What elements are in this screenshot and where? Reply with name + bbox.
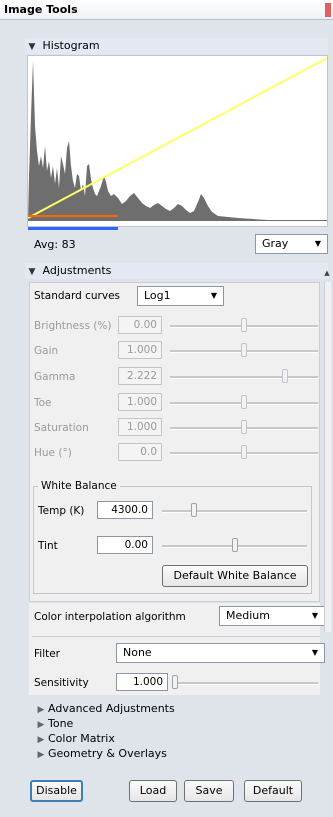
expand-triangle-icon[interactable]: ▶ <box>34 705 48 715</box>
temp-slider-track[interactable] <box>162 510 307 513</box>
image-tools-panel: Image Tools ▼ Histogram Avg: 83 Gray ▼ ▼… <box>0 0 333 817</box>
slider-value-input: 0.00 <box>118 316 162 334</box>
subsection-advanced-adjustments[interactable]: ▶ Advanced Adjustments <box>34 702 175 715</box>
subsection-geometry-overlays[interactable]: ▶ Geometry & Overlays <box>34 747 167 760</box>
sensitivity-slider-thumb[interactable] <box>172 675 178 689</box>
adjustments-section-header[interactable]: ▼ Adjustments <box>25 263 328 279</box>
sensitivity-input[interactable]: 1.000 <box>116 673 168 691</box>
interpolation-select[interactable]: Medium ▼ <box>219 606 325 626</box>
channel-select[interactable]: Gray ▼ <box>255 234 328 254</box>
sensitivity-label: Sensitivity <box>34 677 89 689</box>
histogram-average: Avg: 83 <box>34 238 76 251</box>
chevron-down-icon: ▼ <box>311 648 318 657</box>
filter-select[interactable]: None ▼ <box>116 643 325 663</box>
histogram-graph <box>27 55 328 227</box>
slider-label: Toe <box>34 397 52 409</box>
subsection-label: Geometry & Overlays <box>48 747 167 760</box>
slider-label: Gain <box>34 345 59 357</box>
close-icon[interactable] <box>325 3 331 17</box>
slider-value-input: 1.000 <box>118 393 162 411</box>
histogram-section-header[interactable]: ▼ Histogram <box>25 38 328 54</box>
disable-button[interactable]: Disable <box>30 780 83 802</box>
filter-label: Filter <box>34 648 61 660</box>
slider-value-input: 1.000 <box>118 418 162 436</box>
chevron-down-icon: ▼ <box>314 239 321 248</box>
histogram-section-title: Histogram <box>42 39 100 52</box>
collapse-triangle-icon[interactable]: ▼ <box>25 39 39 55</box>
slider-thumb <box>241 343 247 357</box>
channel-select-value: Gray <box>262 237 289 250</box>
temp-label: Temp (K) <box>38 505 85 517</box>
slider-label: Saturation <box>34 422 89 434</box>
slider-label: Brightness (%) <box>34 320 112 332</box>
slider-track <box>170 376 318 379</box>
subsection-label: Color Matrix <box>48 732 115 745</box>
slider-thumb <box>241 395 247 409</box>
standard-curves-select[interactable]: Log1 ▼ <box>137 286 224 306</box>
scroll-up-icon[interactable]: ▲ <box>322 268 332 278</box>
default-white-balance-button[interactable]: Default White Balance <box>162 565 308 587</box>
temp-slider-thumb[interactable] <box>190 503 197 517</box>
filter-value: None <box>123 646 152 659</box>
scroll-track[interactable] <box>324 282 331 632</box>
temp-input[interactable]: 4300.0 <box>97 501 153 519</box>
chevron-down-icon: ▼ <box>311 611 318 620</box>
chevron-down-icon: ▼ <box>210 291 217 300</box>
slider-label: Gamma <box>34 371 76 383</box>
subsection-label: Advanced Adjustments <box>48 702 175 715</box>
divider <box>32 636 320 637</box>
expand-triangle-icon[interactable]: ▶ <box>34 735 48 745</box>
histogram-plot <box>28 57 327 221</box>
tint-slider-thumb[interactable] <box>231 538 238 552</box>
slider-thumb <box>241 420 247 434</box>
interpolation-label: Color interpolation algorithm <box>34 611 186 623</box>
slider-value-input: 1.000 <box>118 341 162 359</box>
collapse-triangle-icon[interactable]: ▼ <box>25 264 39 280</box>
slider-value-input: 2.222 <box>118 367 162 385</box>
curve-line <box>28 57 327 219</box>
save-button[interactable]: Save <box>184 780 234 802</box>
interpolation-value: Medium <box>226 609 270 622</box>
tint-input[interactable]: 0.00 <box>97 536 153 554</box>
load-button[interactable]: Load <box>129 780 177 802</box>
subsection-tone[interactable]: ▶ Tone <box>34 717 74 730</box>
expand-triangle-icon[interactable]: ▶ <box>34 750 48 760</box>
panel-title: Image Tools <box>0 0 333 20</box>
expand-triangle-icon[interactable]: ▶ <box>34 720 48 730</box>
default-button[interactable]: Default <box>244 780 302 802</box>
subsection-color-matrix[interactable]: ▶ Color Matrix <box>34 732 115 745</box>
panel-title-text: Image Tools <box>4 3 78 16</box>
scrollbar[interactable]: ▲ <box>322 268 332 638</box>
range-marker-orange <box>28 215 118 217</box>
tint-label: Tint <box>38 540 58 552</box>
adjustments-section-title: Adjustments <box>42 264 112 277</box>
slider-value-input: 0.0 <box>118 443 162 461</box>
sensitivity-slider-track[interactable] <box>172 682 318 685</box>
subsection-label: Tone <box>48 717 74 730</box>
standard-curves-label: Standard curves <box>34 290 120 302</box>
slider-thumb <box>241 445 247 459</box>
slider-thumb <box>282 369 289 383</box>
slider-label: Hue (°) <box>34 447 72 459</box>
shadow-range-bar <box>28 227 118 230</box>
white-balance-title: White Balance <box>38 480 120 492</box>
standard-curves-value: Log1 <box>144 289 171 302</box>
histogram-fill <box>28 61 327 221</box>
slider-thumb <box>241 318 247 332</box>
